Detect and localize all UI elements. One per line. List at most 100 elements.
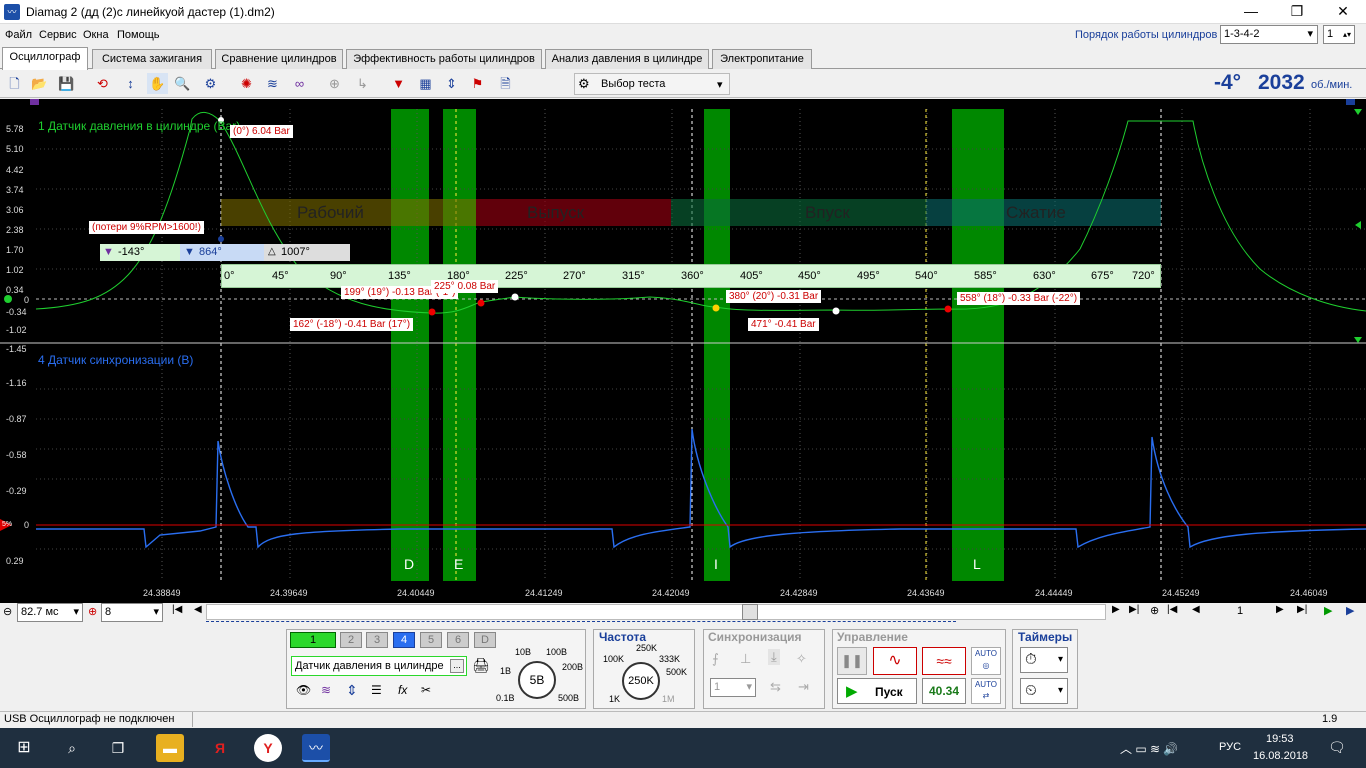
minimize-button[interactable]: — xyxy=(1228,0,1274,24)
close-button[interactable]: ✕ xyxy=(1320,0,1366,24)
cursor-icon[interactable]: ⟲ xyxy=(92,73,113,94)
test-select[interactable]: ⚙ Выбор теста ▾ xyxy=(574,73,730,95)
zoom-icon[interactable]: 🔍 xyxy=(172,73,193,94)
falling-edge-icon[interactable]: ⤓ xyxy=(768,649,780,665)
yandex-icon[interactable]: Я xyxy=(206,734,234,762)
filter-icon[interactable]: ▼ xyxy=(388,73,409,94)
menu-help[interactable]: Помощь xyxy=(117,29,160,41)
timeline-scrollbar[interactable] xyxy=(206,604,1106,620)
sync-arrows-icon[interactable]: ⇆ xyxy=(770,679,781,695)
volt-knob[interactable]: 5В xyxy=(518,661,556,699)
channel-button-5[interactable]: 5 xyxy=(420,632,442,648)
rising-edge-icon[interactable]: ⨍ xyxy=(712,651,719,667)
sensor-settings-icon[interactable]: 🖨 xyxy=(472,657,490,674)
task-view-icon[interactable]: ❐ xyxy=(104,734,132,762)
sensor-more-button[interactable]: ... xyxy=(450,659,464,673)
fx-icon[interactable]: fx xyxy=(398,683,407,697)
tab-ignition[interactable]: Система зажигания xyxy=(92,49,212,69)
diamag-taskbar-icon[interactable]: 〰 xyxy=(302,734,330,762)
edge-icon[interactable]: ⊥ xyxy=(740,651,751,667)
loops-icon[interactable]: ∞ xyxy=(289,73,310,94)
channel-button-2[interactable]: 2 xyxy=(340,632,362,648)
frequency-knob[interactable]: 250K xyxy=(622,662,660,700)
next-frame-icon[interactable]: ▶ xyxy=(1112,604,1120,615)
language-indicator[interactable]: РУС xyxy=(1219,741,1241,753)
updown-icon[interactable]: ⇕ xyxy=(346,682,358,699)
auto-icon[interactable]: ⊕ xyxy=(324,73,345,94)
yandex-browser-icon[interactable]: Y xyxy=(254,734,282,762)
page-next-icon[interactable]: ▶ xyxy=(1276,604,1284,615)
fit-icon[interactable]: ⚙ xyxy=(200,73,221,94)
pulse-icon[interactable]: ✧ xyxy=(796,651,807,667)
cylinder-count-stepper[interactable]: 1 ▴▾ xyxy=(1323,25,1355,44)
eye-icon[interactable]: 👁 xyxy=(296,683,311,697)
measure-icon[interactable]: ↕ xyxy=(120,73,141,94)
sync-join-icon[interactable]: ⇥ xyxy=(798,679,809,695)
tools-icon[interactable]: ✂ xyxy=(421,683,431,697)
search-icon[interactable]: ⌕ xyxy=(58,734,86,762)
flag-icon[interactable]: ⚑ xyxy=(467,73,488,94)
prev-frame-icon[interactable]: ◀ xyxy=(194,604,202,615)
save-icon[interactable]: 💾 xyxy=(56,73,77,94)
chevron-down-icon: ▾ xyxy=(1057,654,1063,665)
maximize-button[interactable]: ❐ xyxy=(1274,0,1320,24)
last-frame-icon[interactable]: ▶| xyxy=(1129,604,1139,615)
page-first-icon[interactable]: |◀ xyxy=(1167,604,1177,615)
oscilloscope-canvas[interactable] xyxy=(0,99,1366,603)
grid-icon[interactable]: ▦ xyxy=(415,73,436,94)
explorer-icon[interactable]: ▬ xyxy=(156,734,184,762)
timebase-select[interactable]: 82.7 мс ▾ xyxy=(17,603,83,622)
menu-file[interactable]: Файл xyxy=(5,29,32,41)
new-file-icon[interactable]: 🗋 xyxy=(4,73,25,94)
divider-icon[interactable]: ⇕ xyxy=(441,73,462,94)
play-icon[interactable]: ▶ xyxy=(1324,604,1332,617)
channel-button-1[interactable]: 1 xyxy=(290,632,336,648)
y-tick: 0 xyxy=(24,295,30,305)
channel-button-4[interactable]: 4 xyxy=(393,632,415,648)
annotation: 380° (20°) -0.31 Bar xyxy=(726,290,822,303)
play-icon: ▶ xyxy=(846,683,858,700)
windows-start-icon[interactable]: ⊞ xyxy=(10,734,38,762)
tab-pressure-analysis[interactable]: Анализ давления в цилиндре xyxy=(545,49,709,69)
channel-button-6[interactable]: 6 xyxy=(447,632,469,648)
tab-cylinder-efficiency[interactable]: Эффективность работы цилиндров xyxy=(346,49,542,69)
notifications-icon[interactable]: 🗨 xyxy=(1328,739,1346,756)
menu-service[interactable]: Сервис xyxy=(39,29,77,41)
add-icon[interactable]: ⊕ xyxy=(1150,604,1159,617)
pause-button[interactable]: ❚❚ xyxy=(837,647,867,675)
multi-wave-button[interactable]: ≈≈ xyxy=(922,647,966,675)
document-icon[interactable]: 🗎 xyxy=(495,73,516,94)
single-wave-button[interactable]: ∿ xyxy=(873,647,917,675)
channel-button-d[interactable]: D xyxy=(474,632,496,648)
start-button[interactable]: ▶ Пуск xyxy=(837,678,917,704)
tab-cylinder-compare[interactable]: Сравнение цилиндров xyxy=(215,49,343,69)
menu-windows[interactable]: Окна xyxy=(83,29,109,41)
zoom-out-icon[interactable]: ⊖ xyxy=(3,605,12,618)
frames-select[interactable]: 8 ▾ xyxy=(101,603,163,622)
tab-power[interactable]: Электропитание xyxy=(712,49,812,69)
auto-button[interactable]: AUTO ◎ xyxy=(971,647,1001,675)
zoom-in-icon[interactable]: ⊕ xyxy=(88,605,97,618)
page-prev-icon[interactable]: ◀ xyxy=(1192,604,1200,615)
first-frame-icon[interactable]: |◀ xyxy=(172,604,182,615)
open-folder-icon[interactable]: 📂 xyxy=(29,73,50,94)
hand-icon[interactable]: ✋ xyxy=(147,73,168,94)
waveform-icon[interactable]: ≋ xyxy=(321,683,331,697)
waves-icon[interactable]: ≋ xyxy=(262,73,283,94)
channel-button-3[interactable]: 3 xyxy=(366,632,388,648)
tab-oscilloscope[interactable]: Осциллограф xyxy=(2,47,88,70)
auto-sync-button[interactable]: AUTO ⇄ xyxy=(971,678,1001,704)
lines-icon[interactable]: ☰ xyxy=(371,683,382,697)
stopwatch-button[interactable]: ⏲ ▾ xyxy=(1020,678,1068,704)
play-fast-icon[interactable]: ▶ xyxy=(1346,604,1354,617)
page-last-icon[interactable]: ▶| xyxy=(1297,604,1307,615)
sync-channel-select[interactable]: 1 ▾ xyxy=(710,678,756,697)
sensor-select[interactable]: Датчик давления в цилиндре xyxy=(291,656,467,676)
arrow-zero-icon[interactable]: ↳ xyxy=(352,73,373,94)
signal-icon[interactable]: ✺ xyxy=(236,73,257,94)
cylinder-order-select[interactable]: 1-3-4-2 ▾ xyxy=(1220,25,1318,44)
scroll-thumb[interactable] xyxy=(742,604,758,620)
tray-icons[interactable]: ︿ ▭ ≋ 🔊 xyxy=(1120,740,1178,757)
y-tick: 4.42 xyxy=(6,165,24,175)
timer-button[interactable]: ⏱ ▾ xyxy=(1020,647,1068,673)
